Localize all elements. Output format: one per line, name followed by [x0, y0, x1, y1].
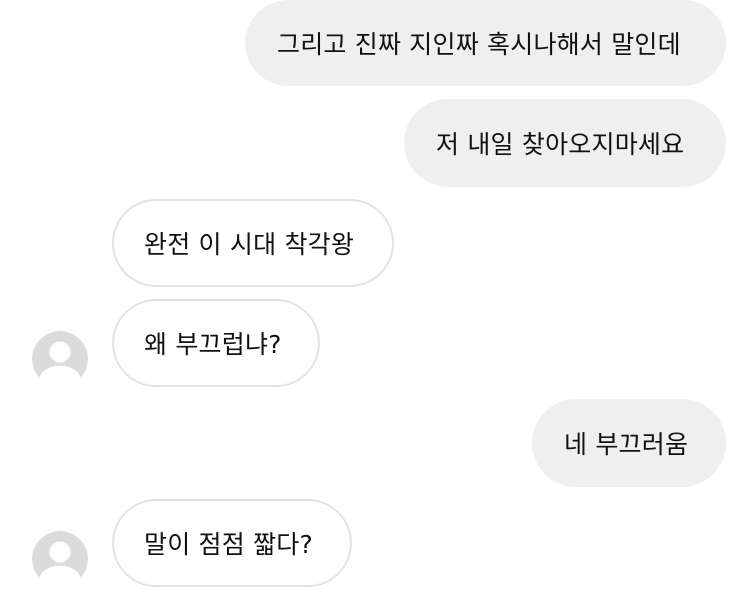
message-text: 그리고 진짜 지인짜 혹시나해서 말인데: [277, 30, 681, 59]
sender-avatar-icon[interactable]: [32, 331, 88, 387]
avatar-icon: [32, 331, 88, 387]
message-text: 네 부끄러움: [564, 430, 689, 459]
sender-avatar-icon[interactable]: [32, 531, 88, 587]
message-text: 말이 점점 짧다?: [144, 530, 313, 559]
avatar-icon: [32, 531, 88, 587]
message-bubble-received[interactable]: 왜 부끄럽냐?: [112, 299, 320, 387]
message-text: 저 내일 찾아오지마세요: [436, 130, 685, 159]
message-bubble-sent[interactable]: 저 내일 찾아오지마세요: [404, 99, 726, 187]
message-bubble-received[interactable]: 말이 점점 짧다?: [112, 499, 352, 587]
message-text: 왜 부끄럽냐?: [144, 330, 282, 359]
message-bubble-sent[interactable]: 네 부끄러움: [532, 399, 726, 487]
message-text: 완전 이 시대 착각왕: [144, 230, 355, 259]
message-bubble-received[interactable]: 완전 이 시대 착각왕: [112, 199, 394, 287]
message-bubble-sent[interactable]: 그리고 진짜 지인짜 혹시나해서 말인데: [245, 0, 726, 86]
